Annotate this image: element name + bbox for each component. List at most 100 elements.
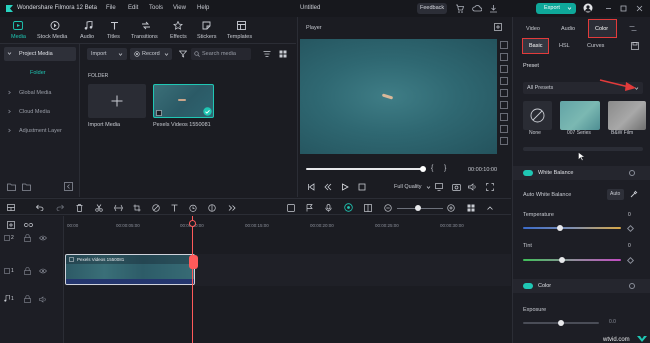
text-icon[interactable] [171, 204, 179, 212]
snapshot-icon[interactable] [494, 23, 502, 31]
record-dropdown[interactable]: Record [130, 48, 172, 60]
render-icon[interactable] [287, 204, 295, 212]
tab-media[interactable]: Media [6, 20, 30, 42]
tool-icon[interactable] [500, 101, 508, 109]
white-balance-toggle[interactable] [523, 170, 533, 176]
import-media-tile[interactable] [88, 84, 146, 118]
mark-out-bracket[interactable]: } [444, 165, 446, 172]
stop-icon[interactable] [358, 183, 366, 191]
keyframe-icon[interactable] [626, 224, 635, 233]
undo-icon[interactable] [36, 204, 44, 211]
sidebar-folder[interactable]: Folder [30, 70, 46, 76]
video-preview[interactable] [300, 39, 497, 154]
cart-icon[interactable] [455, 4, 464, 13]
minimize-icon[interactable] [605, 5, 612, 12]
menu-help[interactable]: Help [197, 5, 209, 11]
color-match-icon[interactable] [208, 204, 216, 212]
microphone-icon[interactable] [325, 204, 332, 212]
tab-templates[interactable]: Templates [226, 20, 258, 42]
new-folder-icon[interactable] [7, 183, 16, 191]
subtab-basic[interactable]: Basic [522, 38, 549, 54]
temperature-value[interactable]: 0 [628, 212, 631, 218]
chevron-down-icon[interactable] [426, 185, 431, 190]
mask-icon[interactable] [152, 204, 160, 212]
tint-slider[interactable] [523, 259, 621, 261]
speaker-icon[interactable] [39, 296, 47, 303]
crop-icon[interactable] [133, 204, 141, 212]
lock-icon[interactable] [24, 295, 31, 303]
mark-in-bracket[interactable]: { [431, 165, 433, 172]
lock-icon[interactable] [24, 234, 31, 242]
save-icon[interactable] [631, 42, 639, 50]
avatar[interactable] [583, 3, 593, 13]
tool-icon[interactable] [500, 53, 508, 61]
grid-view-icon[interactable] [467, 204, 475, 212]
reset-icon[interactable] [629, 283, 635, 289]
tab-video[interactable]: Video [526, 26, 540, 32]
duration-icon[interactable] [189, 204, 197, 212]
exposure-value[interactable]: 0.0 [609, 319, 616, 325]
reset-icon[interactable] [629, 170, 635, 176]
sidebar-item-global-media[interactable]: Global Media [4, 87, 76, 99]
preset-scrollbar[interactable] [523, 147, 643, 151]
preset-item-007-series[interactable] [560, 101, 600, 130]
temperature-slider[interactable] [523, 227, 621, 229]
folder-icon[interactable] [22, 183, 31, 191]
sidebar-item-cloud-media[interactable]: Cloud Media [4, 106, 76, 118]
progress-knob[interactable] [420, 166, 426, 172]
add-track-icon[interactable] [7, 221, 15, 229]
color-toggle[interactable] [523, 283, 533, 289]
zoom-out-icon[interactable] [384, 204, 392, 212]
fullscreen-icon[interactable] [486, 183, 494, 191]
timeline-clip[interactable]: Pexels Videos 1550081 [65, 254, 195, 285]
import-dropdown[interactable]: Import [87, 48, 127, 60]
filter-lines-icon[interactable] [263, 50, 271, 58]
temperature-knob[interactable] [557, 225, 563, 231]
media-clip-thumbnail[interactable] [153, 84, 214, 118]
preset-item-bw-film[interactable] [608, 101, 646, 130]
subtab-hsl[interactable]: HSL [559, 43, 570, 49]
more-icon[interactable] [629, 25, 637, 32]
menu-file[interactable]: File [106, 5, 116, 11]
tab-transitions[interactable]: Transitions [130, 20, 162, 42]
maximize-icon[interactable] [620, 5, 627, 12]
eye-icon[interactable] [39, 268, 47, 274]
tab-audio[interactable]: Audio [78, 20, 100, 42]
tab-stock-media[interactable]: Stock Media [36, 20, 74, 42]
tab-stickers[interactable]: Stickers [194, 20, 220, 42]
tab-effects[interactable]: Effects [166, 20, 190, 42]
sidebar-item-adjustment-layer[interactable]: Adjustment Layer [4, 125, 76, 137]
menu-edit[interactable]: Edit [128, 5, 138, 11]
tool-icon[interactable] [500, 41, 508, 49]
subtab-curves[interactable]: Curves [587, 43, 604, 49]
timeline-ruler[interactable]: 00:00 00:00:05:00 00:00:10:00 00:00:15:0… [65, 216, 511, 230]
search-input[interactable]: Search media [191, 48, 251, 60]
tool-icon[interactable] [500, 125, 508, 133]
auto-button[interactable]: Auto [607, 189, 624, 200]
play-icon[interactable] [341, 183, 349, 191]
feedback-button[interactable]: Feedback [417, 3, 447, 14]
tint-knob[interactable] [559, 257, 565, 263]
zoom-in-icon[interactable] [447, 204, 455, 212]
lock-icon[interactable] [24, 267, 31, 275]
display-icon[interactable] [435, 183, 443, 191]
delete-icon[interactable] [76, 204, 83, 212]
redo-icon[interactable] [56, 204, 64, 211]
tool-icon[interactable] [500, 113, 508, 121]
progress-bar[interactable] [306, 168, 423, 170]
split-icon[interactable] [364, 204, 372, 212]
camera-icon[interactable] [452, 183, 461, 191]
tool-icon[interactable] [500, 89, 508, 97]
close-icon[interactable] [636, 5, 643, 12]
track-lane-2[interactable] [65, 232, 511, 252]
more-tools-icon[interactable] [228, 204, 236, 212]
download-icon[interactable] [489, 4, 498, 13]
exposure-knob[interactable] [558, 320, 564, 326]
eyedropper-icon[interactable] [630, 190, 638, 198]
filter-icon[interactable] [179, 50, 187, 58]
tool-icon[interactable] [500, 77, 508, 85]
marker-icon[interactable] [306, 204, 313, 212]
keyframe-icon[interactable] [626, 256, 635, 265]
cut-icon[interactable] [95, 204, 103, 212]
playhead[interactable] [192, 216, 193, 343]
